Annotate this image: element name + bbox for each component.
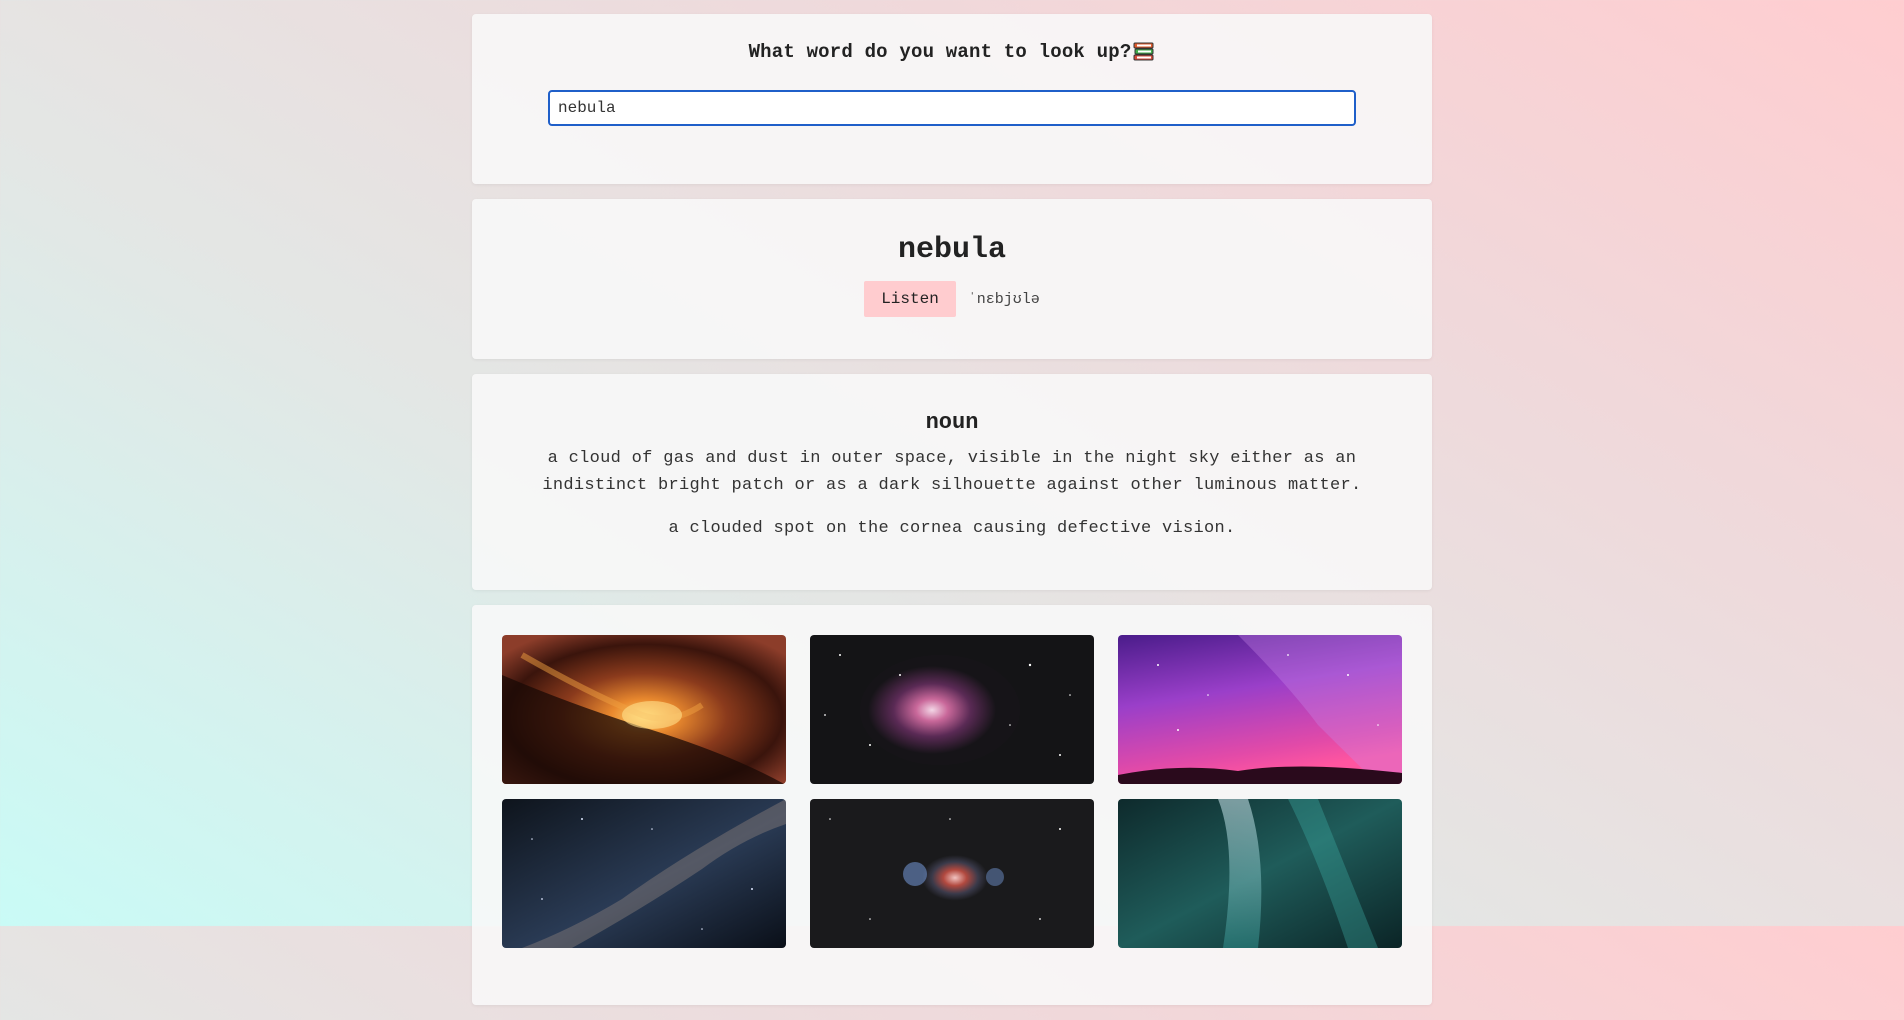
pronunciation-row: Listen ˈnɛbjʊlə	[472, 281, 1432, 317]
definition-1: a cloud of gas and dust in outer space, …	[542, 449, 1362, 495]
image-orange-nebula[interactable]	[502, 635, 786, 784]
phonetic-text: ˈnɛbjʊlə	[967, 290, 1040, 308]
image-orion-nebula[interactable]	[810, 635, 1094, 784]
main-column: What word do you want to look up? nebula…	[472, 14, 1432, 1020]
part-of-speech: noun	[925, 410, 979, 435]
image-purple-milky-way[interactable]	[1118, 635, 1402, 784]
definition-card: noun a cloud of gas and dust in outer sp…	[472, 374, 1432, 590]
books-icon	[1133, 42, 1155, 62]
search-heading: What word do you want to look up?	[749, 41, 1156, 63]
image-grid	[502, 635, 1402, 948]
word-card: nebula Listen ˈnɛbjʊlə	[472, 199, 1432, 359]
image-gallery	[472, 605, 1432, 1005]
search-card: What word do you want to look up?	[472, 14, 1432, 184]
listen-button[interactable]: Listen	[864, 281, 956, 317]
search-title-text: What word do you want to look up?	[748, 41, 1132, 63]
word-heading: nebula	[897, 233, 1007, 267]
search-input[interactable]	[548, 90, 1356, 126]
definition-2: a clouded spot on the cornea causing def…	[668, 519, 1236, 538]
